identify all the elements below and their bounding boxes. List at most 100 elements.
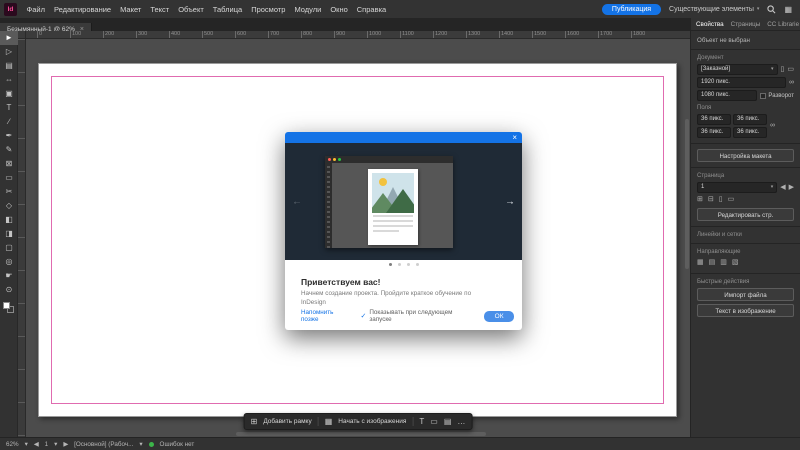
- chevron-down-icon[interactable]: ▾: [139, 441, 142, 448]
- gap-tool-icon[interactable]: ⇔: [0, 73, 18, 87]
- horizontal-ruler[interactable]: 0100200300400500600700800900100011001200…: [26, 31, 690, 39]
- scissors-tool-icon[interactable]: ✂: [0, 185, 18, 199]
- margin-field-0[interactable]: 36 пикс.: [697, 114, 731, 125]
- delete-page-icon[interactable]: ⊟: [708, 195, 714, 205]
- menu-item-7[interactable]: Модули: [290, 1, 326, 19]
- content-collector-tool-icon[interactable]: ▣: [0, 87, 18, 101]
- add-page-icon[interactable]: ⊞: [697, 195, 703, 205]
- close-icon[interactable]: ×: [512, 132, 517, 143]
- document-shortcut-icon[interactable]: ▤: [444, 417, 452, 426]
- menu-item-4[interactable]: Объект: [174, 1, 209, 19]
- ruler-label-700: 700: [268, 31, 279, 39]
- eyedropper-tool-icon[interactable]: ◎: [0, 255, 18, 269]
- carousel-dot-3[interactable]: [416, 263, 419, 266]
- page-number-field[interactable]: 1: [45, 441, 49, 448]
- link-dimensions-icon[interactable]: ∞: [789, 78, 794, 88]
- facing-pages-checkbox[interactable]: Разворот: [760, 93, 794, 99]
- margin-field-2[interactable]: 36 пикс.: [697, 127, 731, 138]
- margin-field-3[interactable]: 36 пикс.: [733, 127, 767, 138]
- publish-button[interactable]: Публикация: [602, 4, 661, 15]
- note-tool-icon[interactable]: ▢: [0, 241, 18, 255]
- hand-tool-icon[interactable]: ☛: [0, 269, 18, 283]
- carousel-dot-2[interactable]: [407, 263, 410, 266]
- line-tool-icon[interactable]: ∕: [0, 115, 18, 129]
- ok-button[interactable]: ОК: [484, 311, 514, 322]
- vertical-ruler[interactable]: [18, 39, 26, 437]
- remind-later-link[interactable]: Напомнить позже: [301, 309, 352, 323]
- fill-swatch[interactable]: [3, 302, 10, 309]
- search-icon[interactable]: [767, 5, 776, 14]
- baseline-grid-icon[interactable]: ▤: [709, 258, 716, 268]
- tab-properties[interactable]: Свойства: [696, 21, 724, 28]
- gradient-tool-icon[interactable]: ◧: [0, 213, 18, 227]
- tab-pages[interactable]: Страницы: [731, 21, 761, 28]
- page-spread-icon[interactable]: ▭: [728, 195, 735, 205]
- chevron-down-icon[interactable]: ▾: [25, 441, 28, 448]
- next-page-icon[interactable]: ▶: [789, 183, 794, 193]
- page-tool-icon[interactable]: ▤: [0, 59, 18, 73]
- divider: [691, 243, 800, 244]
- menu-item-8[interactable]: Окно: [326, 1, 352, 19]
- zoom-level[interactable]: 62%: [6, 441, 19, 448]
- start-with-image-button[interactable]: Начать с изображения: [338, 418, 406, 425]
- ruler-label-0: 0: [37, 31, 42, 39]
- smart-guides-icon[interactable]: ▦: [697, 258, 704, 268]
- show-on-startup-checkbox[interactable]: ✓ Показывать при следующем запуске: [360, 309, 476, 323]
- menu-item-0[interactable]: Файл: [22, 1, 49, 19]
- page-size-preset-select[interactable]: [Заказной] ▾: [697, 64, 778, 75]
- add-frame-button[interactable]: Добавить рамку: [263, 418, 311, 425]
- page-number-select[interactable]: 1 ▾: [697, 182, 777, 193]
- previous-page-icon[interactable]: ◀: [780, 183, 785, 193]
- edit-master-page-button[interactable]: Редактировать стр.: [697, 208, 794, 221]
- horizontal-scrollbar[interactable]: [236, 432, 486, 436]
- chevron-down-icon[interactable]: ▾: [54, 441, 57, 448]
- tab-cc-libraries[interactable]: CC Librarie: [767, 21, 799, 28]
- carousel-next-icon[interactable]: →: [505, 196, 515, 207]
- tools-panel: ►▷▤⇔▣T∕✒✎⊠▭✂◇◧◨▢◎☛⊙: [0, 31, 18, 437]
- workspace-switcher[interactable]: Существующие элементы ▾: [669, 6, 759, 13]
- selection-tool-icon[interactable]: ►: [0, 31, 18, 45]
- type-tool-icon[interactable]: T: [0, 101, 18, 115]
- pen-tool-icon[interactable]: ✒: [0, 129, 18, 143]
- direct-selection-tool-icon[interactable]: ▷: [0, 45, 18, 59]
- rectangle-tool-icon[interactable]: ▭: [0, 171, 18, 185]
- next-page-icon[interactable]: ▶: [63, 441, 68, 448]
- link-margins-icon[interactable]: ∞: [770, 121, 775, 131]
- menu-item-9[interactable]: Справка: [352, 1, 390, 19]
- height-field[interactable]: 1080 пикс.: [697, 90, 757, 101]
- adjust-layout-button[interactable]: Настройка макета: [697, 149, 794, 162]
- pencil-tool-icon[interactable]: ✎: [0, 143, 18, 157]
- carousel-dot-1[interactable]: [398, 263, 401, 266]
- menu-item-5[interactable]: Таблица: [208, 1, 246, 19]
- width-field[interactable]: 1920 пикс.: [697, 77, 786, 88]
- text-line: [373, 230, 399, 232]
- more-options-icon[interactable]: …: [457, 417, 465, 426]
- workspace-grid-icon[interactable]: ▦: [784, 5, 792, 14]
- type-tool-shortcut-icon[interactable]: T: [419, 417, 424, 426]
- orientation-landscape-icon[interactable]: ▭: [787, 65, 794, 75]
- menu-item-1[interactable]: Редактирование: [49, 1, 115, 19]
- carousel-prev-icon[interactable]: ←: [292, 196, 302, 207]
- gradient-feather-tool-icon[interactable]: ◨: [0, 227, 18, 241]
- margin-field-1[interactable]: 36 пикс.: [733, 114, 767, 125]
- quick-action-button-1[interactable]: Текст в изображение: [697, 304, 794, 317]
- guides-lock-icon[interactable]: ▧: [732, 258, 739, 268]
- page-portrait-icon[interactable]: ▯: [719, 195, 723, 205]
- frame-shortcut-icon[interactable]: ▭: [430, 417, 438, 426]
- fill-stroke-swatches[interactable]: [0, 300, 18, 318]
- menu-item-2[interactable]: Макет: [116, 1, 146, 19]
- previous-page-icon[interactable]: ◀: [34, 441, 39, 448]
- quick-action-button-0[interactable]: Импорт файла: [697, 288, 794, 301]
- dialog-preview: ← →: [285, 143, 522, 260]
- page-number-value: 1: [701, 183, 704, 192]
- zoom-tool-icon[interactable]: ⊙: [0, 283, 18, 297]
- preflight-profile[interactable]: [Основной] (Рабоч...: [74, 441, 133, 448]
- vertical-scrollbar[interactable]: [685, 119, 689, 269]
- carousel-dot-0[interactable]: [389, 263, 392, 266]
- menu-item-6[interactable]: Просмотр: [247, 1, 290, 19]
- document-grid-icon[interactable]: ▥: [720, 258, 727, 268]
- orientation-portrait-icon[interactable]: ▯: [781, 65, 785, 75]
- free-transform-tool-icon[interactable]: ◇: [0, 199, 18, 213]
- menu-item-3[interactable]: Текст: [146, 1, 174, 19]
- rectangle-frame-tool-icon[interactable]: ⊠: [0, 157, 18, 171]
